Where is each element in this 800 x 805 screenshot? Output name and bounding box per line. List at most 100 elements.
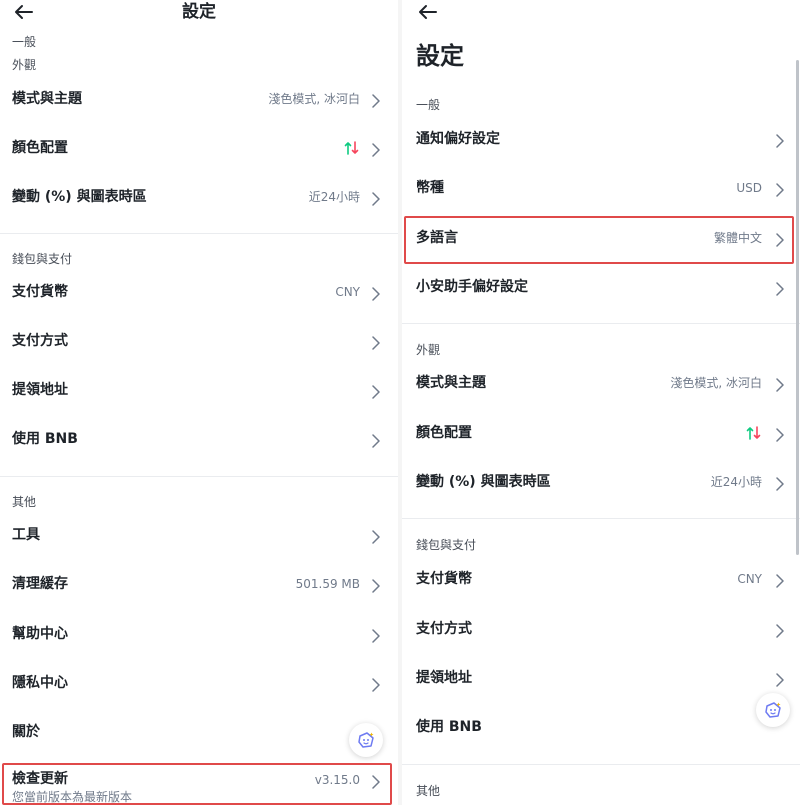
settings-screen-left: 設定 一般 外觀 模式與主題 淺色模式, 冰河白 顏色配置 變動 (%) 與圖表… bbox=[0, 0, 398, 805]
row-value: 繁體中文 bbox=[713, 231, 762, 245]
row-label: 顏色配置 bbox=[12, 140, 68, 156]
row-label: 通知偏好設定 bbox=[416, 131, 500, 147]
row-label: 檢查更新 bbox=[12, 771, 68, 787]
row-check-update[interactable]: 檢查更新 您當前版本為最新版本 v3.15.0 bbox=[0, 765, 398, 805]
section-label-other: 其他 bbox=[12, 495, 37, 509]
row-notification-preferences[interactable]: 通知偏好設定 bbox=[402, 115, 800, 164]
row-label: 使用 BNB bbox=[12, 431, 78, 447]
chevron-right-icon bbox=[776, 182, 784, 197]
chevron-right-icon bbox=[372, 335, 380, 350]
section-label-general: 一般 bbox=[416, 98, 441, 112]
row-withdrawal-address[interactable]: 提領地址 bbox=[0, 366, 398, 415]
row-payment-method[interactable]: 支付方式 bbox=[0, 317, 398, 366]
row-change-timezone[interactable]: 變動 (%) 與圖表時區 近24小時 bbox=[0, 173, 398, 222]
row-label: 多語言 bbox=[416, 230, 458, 246]
chevron-right-icon bbox=[372, 578, 380, 593]
row-help-center[interactable]: 幫助中心 bbox=[0, 610, 398, 659]
up-down-arrows-icon bbox=[746, 425, 762, 441]
chevron-right-icon bbox=[372, 433, 380, 448]
row-clear-cache[interactable]: 清理緩存 501.59 MB bbox=[0, 560, 398, 609]
chevron-right-icon bbox=[776, 133, 784, 148]
row-about[interactable]: 關於 bbox=[0, 708, 398, 757]
row-value: 近24小時 bbox=[308, 190, 360, 204]
row-value: 淺色模式, 冰河白 bbox=[268, 92, 360, 106]
row-label: 關於 bbox=[12, 724, 40, 740]
divider bbox=[402, 764, 800, 765]
row-label: 顏色配置 bbox=[416, 425, 472, 441]
chevron-right-icon bbox=[372, 529, 380, 544]
row-value: 淺色模式, 冰河白 bbox=[670, 376, 762, 390]
chevron-right-icon bbox=[776, 281, 784, 296]
row-label: 隱私中心 bbox=[12, 675, 68, 691]
scrollbar[interactable] bbox=[796, 60, 799, 555]
row-theme-mode[interactable]: 模式與主題 淺色模式, 冰河白 bbox=[402, 359, 800, 408]
row-use-bnb[interactable]: 使用 BNB bbox=[0, 415, 398, 464]
row-value: CNY bbox=[335, 285, 360, 299]
chevron-right-icon bbox=[372, 142, 380, 157]
chevron-right-icon bbox=[372, 191, 380, 206]
page-title: 設定 bbox=[182, 2, 216, 22]
divider bbox=[402, 518, 800, 519]
row-use-bnb[interactable]: 使用 BNB bbox=[402, 703, 800, 752]
section-label-wallet-payment: 錢包與支付 bbox=[416, 538, 477, 552]
row-label: 小安助手偏好設定 bbox=[416, 279, 528, 295]
chevron-right-icon bbox=[372, 286, 380, 301]
chevron-right-icon bbox=[776, 232, 784, 247]
row-language[interactable]: 多語言 繁體中文 bbox=[402, 214, 800, 263]
chevron-right-icon bbox=[372, 384, 380, 399]
chevron-right-icon bbox=[776, 623, 784, 638]
row-color-config[interactable]: 顏色配置 bbox=[0, 124, 398, 173]
row-label: 模式與主題 bbox=[416, 375, 486, 391]
row-theme-mode[interactable]: 模式與主題 淺色模式, 冰河白 bbox=[0, 75, 398, 124]
row-assistant-preferences[interactable]: 小安助手偏好設定 bbox=[402, 263, 800, 312]
row-value: 501.59 MB bbox=[295, 577, 360, 591]
assistant-button[interactable] bbox=[349, 723, 383, 757]
chevron-right-icon bbox=[776, 573, 784, 588]
arrow-left-icon[interactable] bbox=[414, 0, 442, 24]
row-label: 支付貨幣 bbox=[416, 571, 472, 587]
divider bbox=[402, 323, 800, 324]
chevron-right-icon bbox=[776, 427, 784, 442]
section-label-wallet-payment: 錢包與支付 bbox=[12, 252, 73, 266]
row-label: 幣種 bbox=[416, 180, 444, 196]
page-title: 設定 bbox=[416, 42, 464, 70]
row-value: 近24小時 bbox=[710, 475, 762, 489]
row-label: 支付貨幣 bbox=[12, 284, 68, 300]
assistant-bot-icon bbox=[765, 702, 781, 718]
row-payment-currency[interactable]: 支付貨幣 CNY bbox=[0, 268, 398, 317]
update-status-text: 您當前版本為最新版本 bbox=[12, 790, 133, 804]
chevron-right-icon bbox=[776, 672, 784, 687]
row-privacy-center[interactable]: 隱私中心 bbox=[0, 659, 398, 708]
section-label-general: 一般 bbox=[12, 35, 37, 49]
up-down-arrows-icon bbox=[344, 140, 360, 156]
row-label: 提領地址 bbox=[416, 670, 472, 686]
row-label: 幫助中心 bbox=[12, 626, 68, 642]
assistant-bot-icon bbox=[358, 732, 374, 748]
row-tools[interactable]: 工具 bbox=[0, 511, 398, 560]
chevron-right-icon bbox=[776, 476, 784, 491]
row-change-timezone[interactable]: 變動 (%) 與圖表時區 近24小時 bbox=[402, 458, 800, 507]
row-payment-method[interactable]: 支付方式 bbox=[402, 605, 800, 654]
section-label-appearance: 外觀 bbox=[416, 343, 441, 357]
row-label: 工具 bbox=[12, 527, 40, 543]
row-label: 變動 (%) 與圖表時區 bbox=[12, 189, 147, 205]
section-label-other: 其他 bbox=[416, 784, 441, 798]
divider bbox=[0, 233, 398, 234]
assistant-button[interactable] bbox=[756, 693, 790, 727]
row-label: 支付方式 bbox=[12, 333, 68, 349]
row-value: CNY bbox=[737, 572, 762, 586]
row-label: 支付方式 bbox=[416, 621, 472, 637]
chevron-right-icon bbox=[372, 774, 380, 789]
row-currency[interactable]: 幣種 USD bbox=[402, 164, 800, 213]
row-label: 清理緩存 bbox=[12, 576, 68, 592]
row-label: 變動 (%) 與圖表時區 bbox=[416, 474, 551, 490]
row-color-config[interactable]: 顏色配置 bbox=[402, 409, 800, 458]
chevron-right-icon bbox=[776, 377, 784, 392]
row-value: USD bbox=[736, 181, 762, 195]
section-label-appearance: 外觀 bbox=[12, 58, 37, 72]
row-payment-currency[interactable]: 支付貨幣 CNY bbox=[402, 555, 800, 604]
row-withdrawal-address[interactable]: 提領地址 bbox=[402, 654, 800, 703]
settings-screen-right: 設定 一般 通知偏好設定 幣種 USD 多語言 繁體中文 小安助手偏好設定 外觀… bbox=[402, 0, 800, 805]
row-label: 提領地址 bbox=[12, 382, 68, 398]
row-label: 使用 BNB bbox=[416, 719, 482, 735]
